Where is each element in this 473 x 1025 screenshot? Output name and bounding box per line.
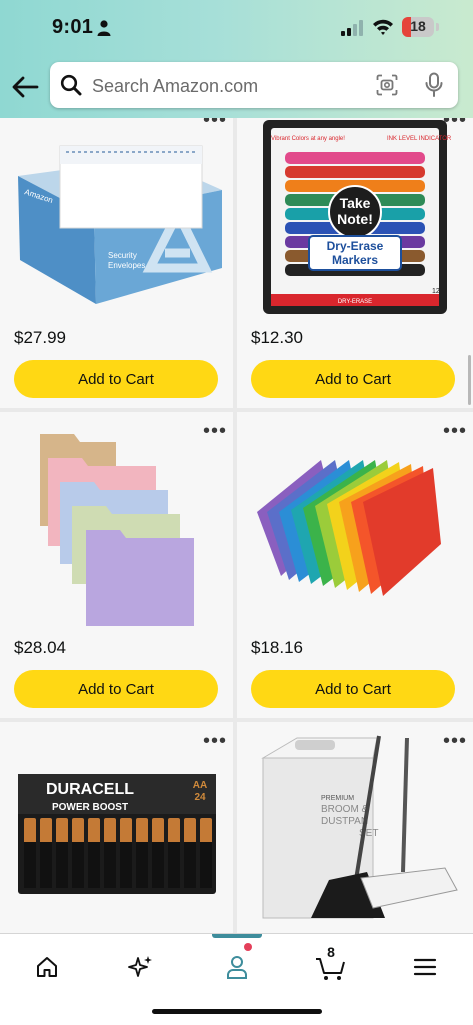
home-indicator bbox=[152, 1009, 322, 1014]
back-arrow-icon[interactable] bbox=[10, 72, 40, 102]
product-card[interactable]: PREMIUM BROOM & DUSTPAN SET ••• bbox=[237, 722, 473, 933]
count-24-text: 24 bbox=[194, 792, 206, 803]
product-price: $27.99 bbox=[14, 328, 66, 347]
more-options-icon[interactable]: ••• bbox=[203, 118, 227, 130]
battery-tip bbox=[436, 23, 439, 31]
add-to-cart-button[interactable]: Add to Cart bbox=[251, 360, 455, 398]
envelope-box-image: Amazon Security Envelopes bbox=[18, 145, 222, 304]
premium-text: PREMIUM bbox=[321, 795, 354, 802]
product-card[interactable]: ••• $28.04 Add to Cart bbox=[0, 412, 233, 718]
dustpan-text: DUSTPAN bbox=[321, 816, 368, 827]
cellular-signal-icon bbox=[341, 20, 363, 36]
dry-erase-markers-image: Take Note! Dry-Erase Markers DRY-ERASE V… bbox=[263, 120, 452, 314]
top-header: 9:01 18 bbox=[0, 0, 473, 118]
camera-scan-icon[interactable] bbox=[376, 74, 398, 96]
microphone-icon[interactable] bbox=[424, 72, 444, 98]
nav-account[interactable] bbox=[207, 942, 267, 992]
product-card[interactable]: DURACELL POWER BOOST AA 24 ••• bbox=[0, 722, 233, 933]
home-icon bbox=[37, 957, 57, 977]
nav-rufus[interactable] bbox=[111, 942, 171, 992]
product-price: $12.30 bbox=[251, 328, 303, 347]
markers-text: Markers bbox=[332, 253, 378, 267]
product-card[interactable]: ••• $18.16 Add to Cart bbox=[237, 412, 473, 718]
broom-dustpan-image: PREMIUM BROOM & DUSTPAN SET bbox=[261, 735, 458, 919]
more-options-icon[interactable]: ••• bbox=[203, 421, 227, 441]
ink-level-text: INK LEVEL INDICATOR bbox=[387, 136, 452, 142]
status-time: 9:01 bbox=[52, 16, 94, 38]
person-icon bbox=[97, 20, 111, 36]
search-icon bbox=[60, 74, 82, 96]
cart-count: 8 bbox=[327, 944, 335, 960]
product-card[interactable]: Amazon Security Envelopes ••• $27.99 Add… bbox=[0, 118, 233, 408]
sparkle-icon bbox=[128, 956, 152, 977]
add-to-cart-button[interactable]: Add to Cart bbox=[251, 670, 455, 708]
more-options-icon[interactable]: ••• bbox=[443, 731, 467, 751]
count-text: 12 bbox=[432, 288, 440, 295]
nav-home[interactable] bbox=[17, 942, 77, 992]
box-label-text-1: Security bbox=[108, 251, 137, 260]
take-note-text-1: Take bbox=[340, 195, 371, 211]
duracell-batteries-image: DURACELL POWER BOOST AA 24 bbox=[18, 774, 216, 894]
notification-dot bbox=[244, 943, 252, 951]
box-label-text-2: Envelopes bbox=[108, 261, 145, 270]
active-tab-indicator bbox=[212, 934, 262, 938]
status-bar: 9:01 18 bbox=[0, 0, 473, 56]
wifi-icon bbox=[373, 19, 393, 35]
duracell-brand-text: DURACELL bbox=[46, 781, 134, 798]
pocket-folders-image bbox=[257, 460, 441, 596]
vibrant-colors-text: Vibrant Colors at any angle! bbox=[271, 136, 345, 142]
power-boost-text: POWER BOOST bbox=[52, 802, 128, 813]
more-options-icon[interactable]: ••• bbox=[203, 731, 227, 751]
dry-erase-text: Dry-Erase bbox=[327, 239, 384, 253]
add-to-cart-button[interactable]: Add to Cart bbox=[14, 360, 218, 398]
product-grid: Amazon Security Envelopes ••• $27.99 Add… bbox=[0, 118, 473, 933]
search-input[interactable] bbox=[90, 70, 364, 102]
broom-text: BROOM & bbox=[321, 804, 369, 815]
file-folders-image bbox=[40, 434, 194, 626]
nav-menu[interactable] bbox=[395, 942, 455, 992]
product-card[interactable]: Take Note! Dry-Erase Markers DRY-ERASE V… bbox=[237, 118, 473, 408]
add-to-cart-button[interactable]: Add to Cart bbox=[14, 670, 218, 708]
hamburger-menu-icon bbox=[413, 958, 437, 976]
battery-level: 18 bbox=[410, 18, 426, 34]
battery-icon: 18 bbox=[402, 17, 434, 37]
scrollbar[interactable] bbox=[468, 355, 471, 405]
search-bar[interactable] bbox=[50, 62, 458, 108]
product-price: $18.16 bbox=[251, 638, 303, 657]
more-options-icon[interactable]: ••• bbox=[443, 118, 467, 130]
dry-erase-bottom-text: DRY-ERASE bbox=[338, 299, 372, 305]
aa-text: AA bbox=[193, 780, 207, 791]
account-icon bbox=[227, 956, 247, 979]
product-price: $28.04 bbox=[14, 638, 66, 657]
take-note-text-2: Note! bbox=[337, 211, 373, 227]
more-options-icon[interactable]: ••• bbox=[443, 421, 467, 441]
